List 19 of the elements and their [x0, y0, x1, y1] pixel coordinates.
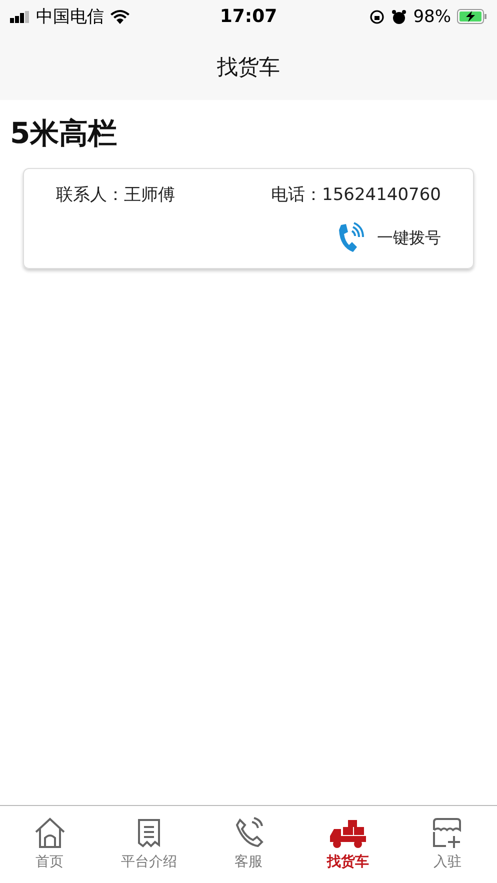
- tab-item[interactable]: 客服: [198, 806, 298, 883]
- rotation-lock-icon: [369, 8, 386, 24]
- page-title: 找货车: [217, 54, 280, 80]
- contact-person: 联系人：王师傅: [56, 184, 175, 206]
- signal-icon: [10, 10, 30, 22]
- wifi-icon: [110, 10, 130, 24]
- tab-item[interactable]: 平台介绍: [99, 806, 199, 883]
- tab-item[interactable]: 首页: [0, 806, 100, 883]
- carrier-name: 中国电信: [36, 6, 104, 28]
- clock-time: 17:07: [220, 6, 278, 27]
- phone-number: 电话：15624140760: [271, 184, 441, 206]
- tab-item[interactable]: 入驻: [398, 806, 497, 883]
- home-icon: [32, 816, 67, 850]
- tab-item[interactable]: 找货车: [298, 806, 398, 883]
- phone-call-icon: [337, 222, 365, 254]
- battery-percent: 98%: [413, 6, 452, 26]
- listing-title: 5米高栏: [10, 115, 118, 152]
- battery-charging-icon: [457, 9, 488, 24]
- dial-button[interactable]: 一键拨号: [337, 222, 441, 254]
